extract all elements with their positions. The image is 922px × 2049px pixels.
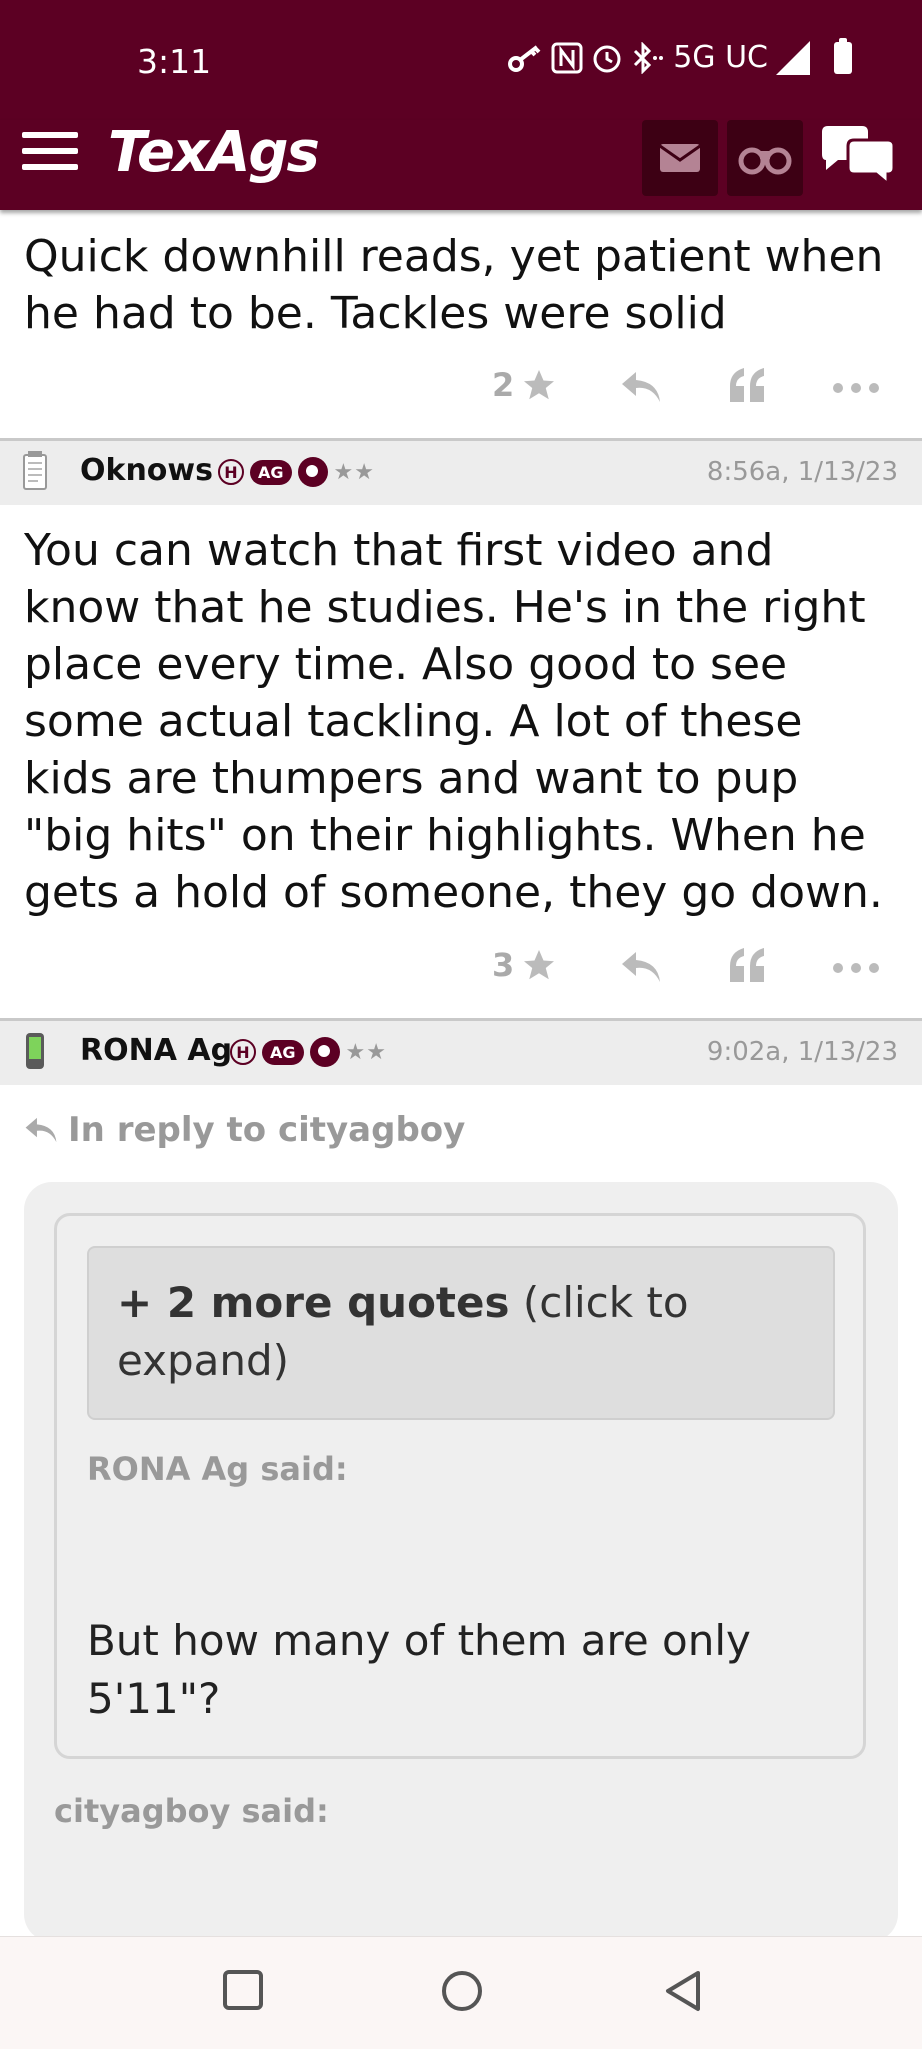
reply-icon[interactable]	[620, 950, 662, 984]
post-time: 8:56a, 1/13/23	[706, 457, 898, 487]
badge-h: H	[230, 1039, 256, 1065]
more-quotes-count: + 2 more quotes	[117, 1278, 510, 1327]
post-actions: 3	[0, 932, 922, 1002]
battery-icon	[834, 37, 852, 74]
badge-ag: AG	[250, 459, 292, 485]
signal-icon	[776, 40, 810, 75]
chat-button[interactable]	[818, 124, 912, 192]
seal-icon	[297, 457, 328, 487]
nfc-icon	[551, 42, 583, 73]
like-button[interactable]: 3	[492, 946, 558, 984]
post-body: Quick downhill reads, yet patient when h…	[24, 231, 884, 339]
status-icons: 5G UC	[507, 37, 852, 75]
chat-icon	[822, 126, 896, 188]
badge-h: H	[218, 459, 244, 485]
more-icon[interactable]	[832, 962, 880, 974]
back-icon[interactable]	[662, 1969, 702, 2013]
reply-icon	[25, 1117, 57, 1143]
notepad-icon	[23, 451, 47, 490]
quote-text: But how many of them are only 5'11"?	[87, 1616, 751, 1723]
circle-icon[interactable]	[440, 1969, 484, 2013]
quote-attribution: RONA Ag said:	[87, 1450, 348, 1488]
menu-icon[interactable]	[22, 132, 78, 180]
username[interactable]: Oknows	[80, 453, 213, 488]
quote-icon[interactable]	[728, 368, 766, 402]
star-icon	[524, 370, 555, 400]
reply-to-label: In reply to cityagboy	[68, 1110, 466, 1150]
like-button[interactable]: 2	[492, 366, 558, 404]
binoculars-icon	[738, 147, 792, 175]
quote-icon[interactable]	[728, 948, 766, 982]
more-icon[interactable]	[832, 382, 880, 394]
status-bar: 3:11 5G UC	[0, 0, 922, 120]
user-stars: ★★	[345, 1039, 387, 1065]
system-nav-bar	[0, 1936, 922, 2049]
user-stars: ★★	[333, 459, 375, 485]
logo[interactable]: TexAgs	[108, 120, 320, 185]
user-badges: H AG ★★	[230, 1037, 387, 1067]
post-actions: 2	[0, 352, 922, 422]
post-time: 9:02a, 1/13/23	[706, 1037, 898, 1067]
app-header: TexAgs	[0, 120, 922, 210]
reply-to-link[interactable]: In reply to cityagboy	[24, 1110, 465, 1150]
square-icon[interactable]	[222, 1969, 264, 2011]
post-user-bar: Oknows H AG ★★ 8:56a, 1/13/23	[0, 441, 922, 505]
alarm-icon	[593, 45, 621, 72]
phone-icon	[26, 1033, 44, 1069]
key-icon	[508, 44, 541, 72]
seal-icon	[309, 1037, 340, 1067]
quote-attribution: cityagboy said:	[54, 1792, 329, 1830]
mail-button[interactable]	[642, 120, 718, 196]
post-body: You can watch that first video and know …	[24, 525, 883, 918]
username[interactable]: RONA Ag	[80, 1033, 232, 1068]
network-label: 5G UC	[673, 40, 768, 75]
watch-button[interactable]	[727, 120, 803, 196]
mail-icon	[659, 144, 701, 172]
like-count: 2	[492, 366, 515, 404]
like-count: 3	[492, 946, 515, 984]
star-icon	[524, 950, 555, 980]
reply-icon[interactable]	[620, 370, 662, 404]
user-badges: H AG ★★	[218, 457, 375, 487]
bluetooth-icon	[634, 41, 664, 74]
expand-quotes-button[interactable]: + 2 more quotes (click to expand)	[87, 1246, 835, 1420]
status-time: 3:11	[137, 42, 212, 81]
post-user-bar: RONA Ag H AG ★★ 9:02a, 1/13/23	[0, 1021, 922, 1085]
badge-ag: AG	[262, 1039, 304, 1065]
